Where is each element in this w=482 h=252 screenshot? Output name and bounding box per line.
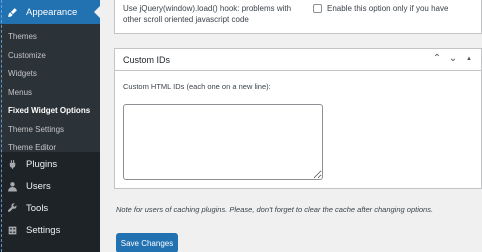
submenu-item-customize[interactable]: Customize [0,47,100,66]
menu-label: Plugins [26,158,58,170]
submenu-item-themes[interactable]: Themes [0,28,100,47]
menu-appearance[interactable]: Appearance [0,0,100,24]
postbox-header[interactable]: Custom IDs [115,49,481,71]
main-content: Use jQuery(window).load() hook: problems… [100,0,482,252]
postbox-title: Custom IDs [123,54,171,65]
option-description: Use jQuery(window).load() hook: problems… [123,4,292,24]
submenu-item-widgets[interactable]: Widgets [0,65,100,84]
admin-sidebar: Appearance Themes Customize Widgets Menu… [0,0,100,252]
postbox-actions: ⌃ ⌄ ▲ [431,53,475,64]
custom-ids-textarea[interactable] [123,104,323,180]
submenu-item-fixed-widget-options[interactable]: Fixed Widget Options [0,102,100,121]
paintbrush-icon [6,6,18,18]
submenu-item-theme-settings[interactable]: Theme Settings [0,121,100,140]
menu-label: Tools [26,202,49,214]
appearance-submenu: Themes Customize Widgets Menus Fixed Wid… [0,24,100,152]
menu-plugins[interactable]: Plugins [0,153,100,175]
toggle-panel-icon[interactable]: ▲ [463,56,475,62]
menu-label: Appearance [26,6,78,18]
submenu-item-menus[interactable]: Menus [0,84,100,103]
menu-label: Settings [26,224,61,236]
custom-ids-postbox: Custom IDs ⌃ ⌄ ▲ Custom HTML IDs (each o… [114,48,482,189]
save-changes-button[interactable]: Save Changes [116,233,178,252]
menu-settings[interactable]: Settings [0,219,100,241]
caching-note: Note for users of caching plugins. Pleas… [116,205,434,214]
menu-tools[interactable]: Tools [0,197,100,219]
option-box-load-hook: Use jQuery(window).load() hook: problems… [114,0,482,34]
wrench-icon [6,202,18,214]
menu-users[interactable]: Users [0,175,100,197]
checkbox-label: Enable this option only if you have [327,4,449,13]
plugin-icon [6,158,18,170]
menu-label: Users [26,180,51,192]
user-icon [6,180,18,192]
chevron-up-icon[interactable]: ⌃ [431,53,443,64]
custom-ids-label: Custom HTML IDs (each one on a new line)… [123,82,271,91]
settings-icon [6,224,18,236]
enable-option-checkbox[interactable] [313,4,322,13]
chevron-down-icon[interactable]: ⌄ [447,53,459,64]
